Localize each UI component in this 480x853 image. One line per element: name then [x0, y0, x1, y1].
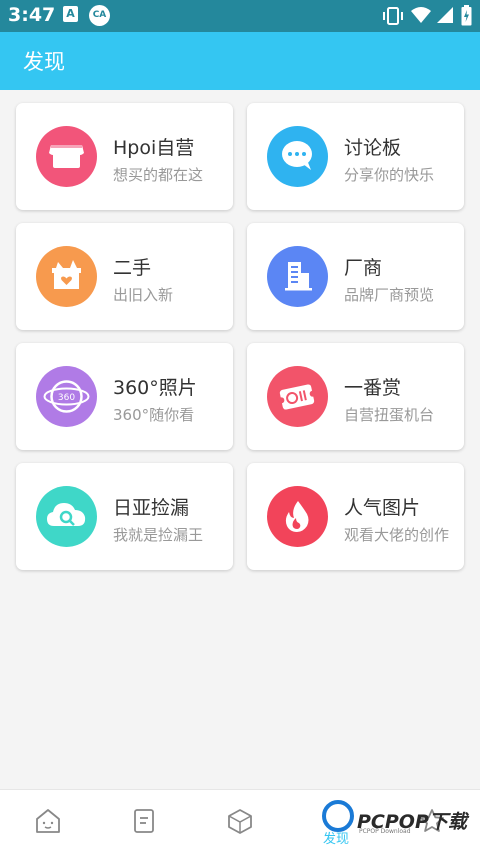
card-subtitle: 分享你的快乐 [344, 166, 435, 184]
signal-icon [437, 7, 453, 23]
card-title: 360°照片 [113, 377, 197, 399]
card-subtitle: 我就是捡漏王 [113, 526, 204, 544]
box-heart-icon [36, 246, 97, 307]
card-subtitle: 想买的都在这 [113, 166, 204, 184]
card-subtitle: 观看大佬的创作 [344, 526, 450, 544]
card-hpoi-store[interactable]: Hpoi自营 想买的都在这 [16, 103, 233, 210]
vibrate-icon [383, 7, 403, 25]
card-title: 人气图片 [344, 497, 421, 519]
card-subtitle: 出旧入新 [113, 286, 174, 304]
card-popular-images[interactable]: 人气图片 观看大佬的创作 [247, 463, 464, 570]
card-manufacturers[interactable]: 厂商 品牌厂商预览 [247, 223, 464, 330]
card-title: Hpoi自营 [113, 137, 195, 159]
cloud-search-icon [36, 486, 97, 547]
card-subtitle: 自营扭蛋机台 [344, 406, 435, 424]
document-icon [134, 809, 154, 833]
card-second-hand[interactable]: 二手 出旧入新 [16, 223, 233, 330]
building-icon [267, 246, 328, 307]
page-title: 发现 [23, 50, 65, 74]
wifi-icon [411, 7, 431, 23]
battery-icon [461, 5, 472, 26]
chat-bubble-icon [267, 126, 328, 187]
card-title: 厂商 [344, 257, 383, 279]
fire-icon [267, 486, 328, 547]
notification-a-icon: A [63, 6, 78, 22]
360-globe-icon: 360 [36, 366, 97, 427]
card-title: 讨论板 [344, 137, 402, 159]
card-title: 一番赏 [344, 377, 402, 399]
nav-home[interactable] [0, 790, 96, 853]
card-discussion-board[interactable]: 讨论板 分享你的快乐 [247, 103, 464, 210]
watermark-p-icon [322, 800, 354, 832]
card-amazon-deals[interactable]: 日亚捡漏 我就是捡漏王 [16, 463, 233, 570]
notification-ca-icon: CA [89, 5, 110, 26]
card-title: 二手 [113, 257, 152, 279]
card-ichiban-kuji[interactable]: 一番赏 自营扭蛋机台 [247, 343, 464, 450]
nav-figures[interactable] [192, 790, 288, 853]
svg-text:360: 360 [58, 393, 75, 403]
watermark-logo: PCPOP下载 PCPOP Download [322, 798, 472, 838]
ticket-icon [267, 366, 328, 427]
cube-icon [228, 809, 252, 834]
status-bar: 3:47 A CA [0, 0, 480, 32]
watermark-subtext: PCPOP Download [359, 828, 411, 835]
status-time: 3:47 [8, 4, 56, 26]
store-icon [36, 126, 97, 187]
home-face-icon [36, 809, 60, 833]
card-subtitle: 品牌厂商预览 [344, 286, 435, 304]
card-360-photos[interactable]: 360 360°照片 360°随你看 [16, 343, 233, 450]
card-title: 日亚捡漏 [113, 497, 190, 519]
card-subtitle: 360°随你看 [113, 406, 195, 424]
nav-articles[interactable] [96, 790, 192, 853]
app-bar: 发现 [0, 32, 480, 90]
